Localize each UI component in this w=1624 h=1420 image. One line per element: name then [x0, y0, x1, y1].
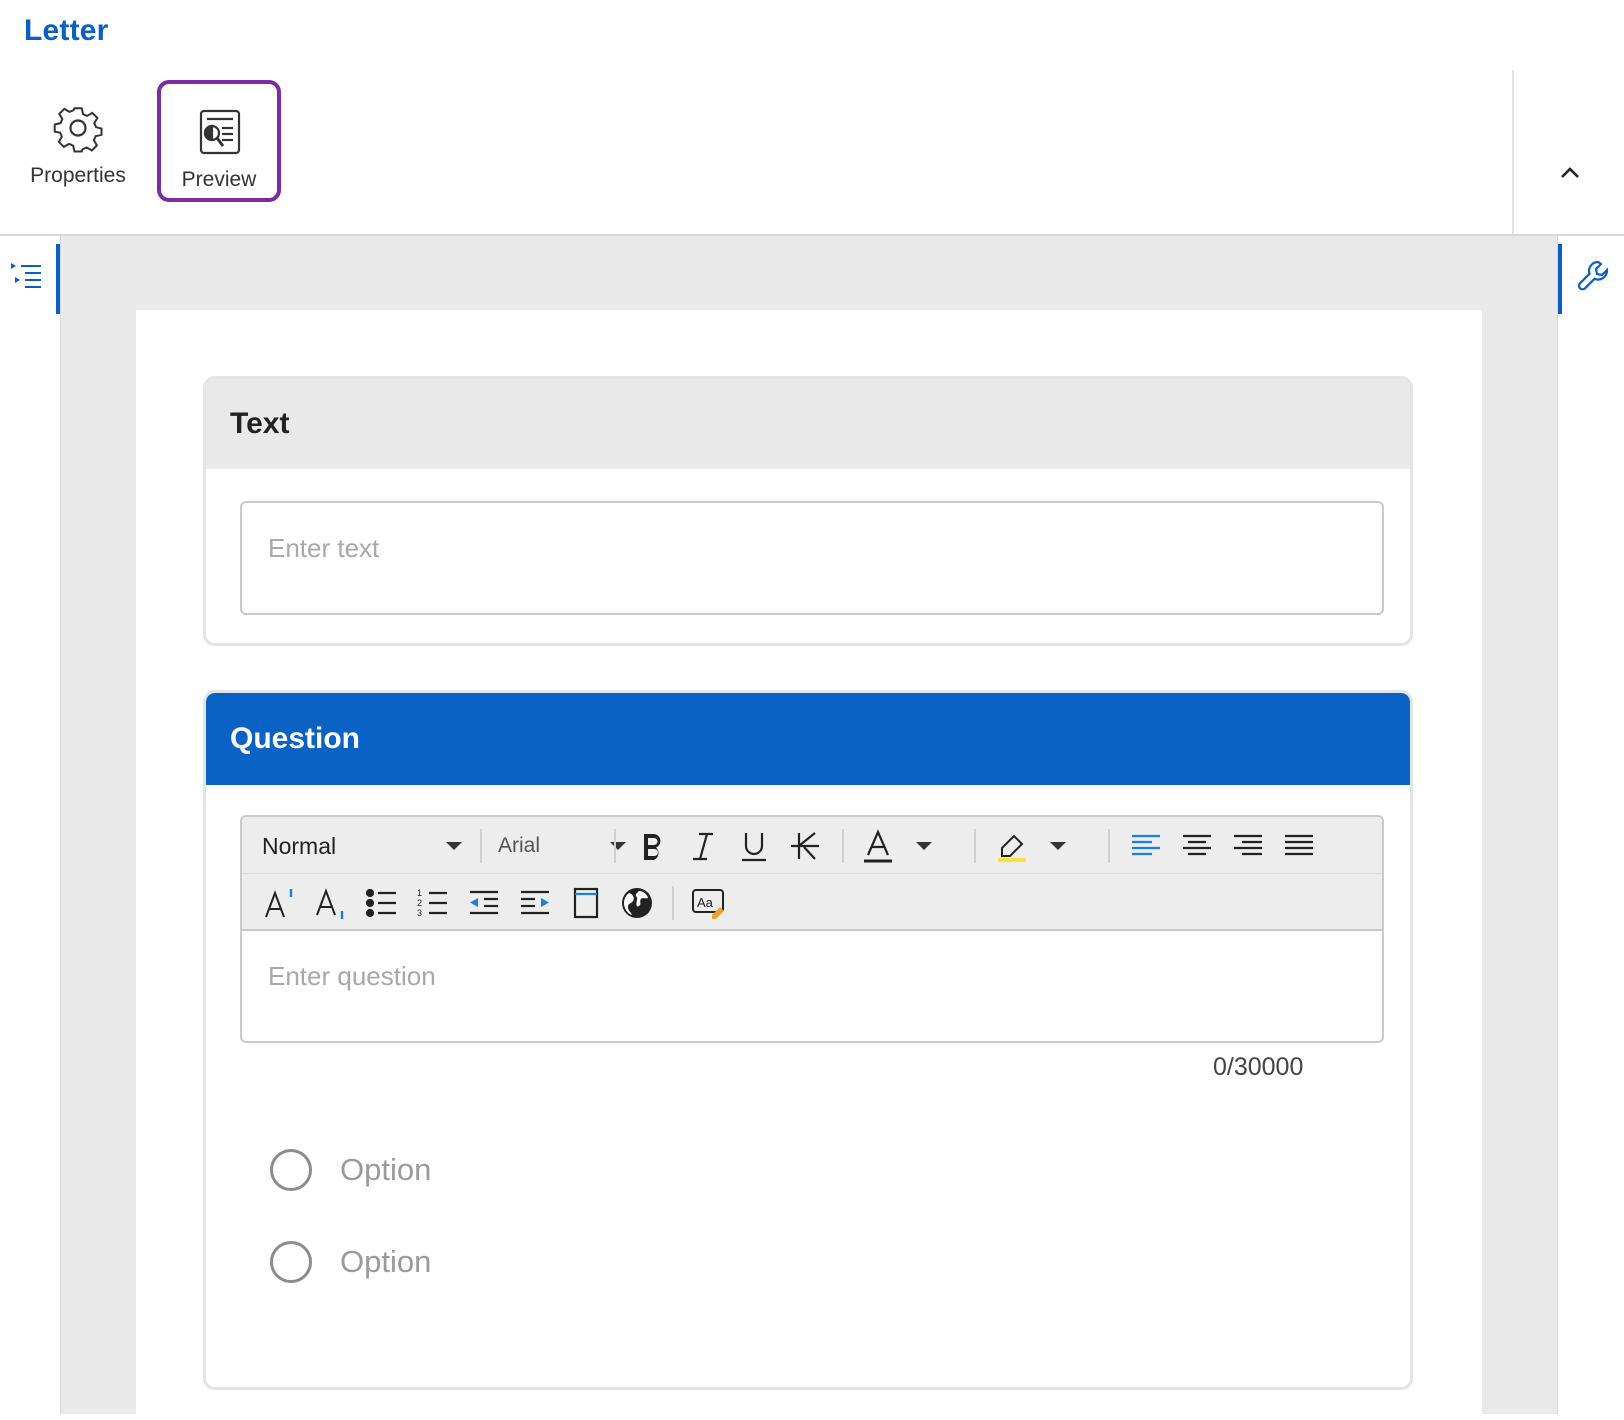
font-family-value: Arial	[498, 834, 541, 857]
chevron-down-icon	[1050, 842, 1066, 850]
properties-button[interactable]: Properties	[18, 80, 138, 200]
ribbon-toolbar: Properties Preview	[0, 70, 1624, 236]
chevron-down-icon	[916, 842, 932, 850]
language-button[interactable]	[617, 883, 657, 923]
align-left-icon	[1132, 834, 1160, 856]
outdent-button[interactable]	[464, 883, 504, 923]
radio-button[interactable]	[270, 1149, 312, 1191]
special-char-icon: Aa	[692, 889, 724, 919]
gear-icon	[53, 107, 103, 153]
bullet-list-icon	[365, 888, 396, 918]
justify-icon	[1285, 834, 1313, 856]
highlight-button[interactable]	[994, 826, 1066, 866]
radio-button[interactable]	[270, 1241, 312, 1283]
italic-button[interactable]	[683, 826, 723, 866]
toolbar-separator	[480, 829, 482, 863]
align-center-icon	[1183, 834, 1211, 856]
numbered-list-icon: 123	[417, 888, 447, 918]
left-rail	[0, 236, 60, 1414]
numbered-list-button[interactable]: 123	[413, 883, 453, 923]
outline-list-icon[interactable]	[8, 258, 44, 294]
ribbon-divider	[1512, 70, 1514, 234]
page-break-icon	[573, 887, 599, 919]
underline-icon	[742, 833, 766, 862]
strikethrough-button[interactable]	[785, 826, 825, 866]
toolbar-separator	[842, 829, 844, 863]
preview-icon	[199, 109, 241, 155]
chevron-down-icon	[446, 842, 462, 850]
bullet-list-button[interactable]	[362, 883, 402, 923]
toolbar-separator	[974, 829, 976, 863]
svg-text:3: 3	[417, 908, 422, 918]
svg-text:2: 2	[417, 898, 422, 908]
italic-icon	[693, 832, 713, 861]
superscript-button[interactable]	[260, 883, 300, 923]
font-color-button[interactable]	[860, 826, 932, 866]
app-title: Letter	[24, 14, 109, 47]
font-color-icon	[864, 829, 892, 863]
globe-icon	[622, 888, 652, 918]
chevron-down-icon	[610, 842, 626, 850]
paragraph-style-value: Normal	[262, 832, 337, 859]
right-rail	[1558, 236, 1624, 1414]
text-block-title: Text	[206, 379, 1410, 469]
question-input[interactable]: Enter question	[268, 961, 436, 992]
question-block-title: Question	[206, 693, 1410, 785]
toolbar-separator	[672, 886, 674, 920]
superscript-icon	[265, 889, 293, 918]
question-editor: Normal Arial 1 2 3 Aa Enter question	[240, 815, 1384, 1043]
text-block[interactable]: Text Enter text	[203, 376, 1413, 646]
svg-text:1: 1	[417, 888, 422, 898]
document-page: Text Enter text Question Normal Arial 1 …	[136, 310, 1482, 1420]
text-input[interactable]: Enter text	[240, 501, 1384, 615]
align-right-button[interactable]	[1228, 826, 1268, 866]
bold-icon	[644, 834, 661, 860]
outdent-icon	[470, 890, 498, 915]
justify-button[interactable]	[1279, 826, 1319, 866]
subscript-icon	[316, 888, 344, 919]
svg-text:Aa: Aa	[697, 895, 714, 910]
indent-icon	[521, 890, 549, 915]
option-item[interactable]: Option	[270, 1149, 431, 1191]
wrench-icon[interactable]	[1576, 258, 1612, 294]
align-right-icon	[1234, 834, 1262, 856]
properties-label: Properties	[30, 164, 126, 187]
option-label: Option	[340, 1152, 432, 1187]
align-center-button[interactable]	[1177, 826, 1217, 866]
preview-label: Preview	[181, 168, 257, 191]
strikethrough-icon	[791, 832, 819, 860]
subscript-button[interactable]	[311, 883, 351, 923]
underline-button[interactable]	[734, 826, 774, 866]
question-block[interactable]: Question Normal Arial 1 2 3 Aa Enter que…	[203, 690, 1413, 1390]
preview-button[interactable]: Preview	[157, 80, 281, 202]
highlight-icon	[998, 834, 1026, 862]
paragraph-style-select[interactable]: Normal	[262, 826, 462, 866]
option-label: Option	[340, 1244, 432, 1279]
page-break-button[interactable]	[566, 883, 606, 923]
right-rail-active-indicator	[1558, 244, 1562, 314]
align-left-button[interactable]	[1126, 826, 1166, 866]
font-family-select[interactable]: Arial	[498, 826, 626, 866]
toolbar-separator	[614, 829, 616, 863]
document-canvas: Text Enter text Question Normal Arial 1 …	[60, 236, 1558, 1420]
character-counter: 0/30000	[1213, 1053, 1304, 1081]
option-item[interactable]: Option	[270, 1241, 431, 1283]
bold-button[interactable]	[632, 826, 672, 866]
indent-button[interactable]	[515, 883, 555, 923]
rich-text-toolbar: Normal Arial 1 2 3 Aa	[242, 817, 1382, 931]
toolbar-separator	[1108, 829, 1110, 863]
chevron-up-icon[interactable]	[1555, 158, 1585, 188]
special-characters-button[interactable]: Aa	[688, 883, 728, 923]
